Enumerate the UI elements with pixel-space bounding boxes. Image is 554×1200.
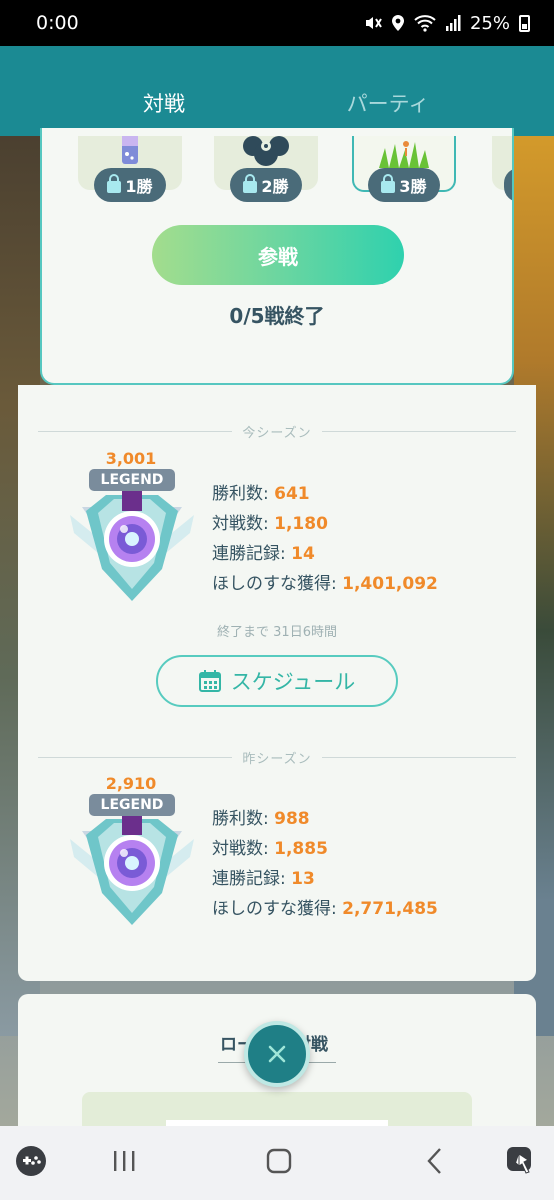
home-icon[interactable] [262, 1144, 296, 1178]
divider-line [38, 430, 233, 432]
stat-stardust: ほしのすな獲得: 2,771,485 [212, 894, 438, 924]
stat-wins: 勝利数: 988 [212, 804, 438, 834]
lock-icon [107, 174, 122, 193]
stat-streak-label: 連勝記録: [212, 544, 292, 564]
legend-rank-badge-icon [70, 489, 194, 601]
close-icon [268, 1045, 286, 1063]
status-time: 0:00 [36, 12, 79, 34]
reward-label-1: 1勝 [125, 177, 153, 196]
tab-party[interactable]: パーティ [288, 88, 488, 118]
wifi-icon [414, 15, 436, 32]
current-rank-label: LEGEND [89, 469, 175, 491]
lock-icon [512, 181, 514, 193]
divider-line [321, 430, 517, 432]
stat-streak: 連勝記録: 13 [212, 864, 438, 894]
reward-lock-2: 2勝 [230, 168, 302, 202]
stat-stardust-value: 2,771,485 [342, 899, 438, 919]
signal-icon [445, 15, 461, 31]
close-button[interactable] [244, 1021, 310, 1087]
stat-streak: 連勝記録: 14 [212, 539, 438, 569]
calendar-icon [198, 670, 221, 692]
stat-wins-value: 641 [274, 484, 310, 504]
divider-line [38, 756, 233, 758]
previous-season-divider: 昨シーズン [38, 747, 517, 767]
screen-touch-icon[interactable] [504, 1144, 538, 1178]
stat-battles-value: 1,180 [274, 514, 328, 534]
stat-stardust-value: 1,401,092 [342, 574, 438, 594]
pokemon-reward-icon [243, 136, 289, 166]
reward-lock-1: 1勝 [94, 168, 166, 202]
divider-line [321, 756, 517, 758]
location-icon [391, 15, 404, 31]
stat-battles-value: 1,885 [274, 839, 328, 859]
stat-battles: 対戦数: 1,885 [212, 834, 438, 864]
stat-wins: 勝利数: 641 [212, 479, 438, 509]
stat-stardust-label: ほしのすな獲得: [212, 574, 343, 594]
current-season-divider: 今シーズン [38, 421, 517, 441]
current-season-stats: 勝利数: 641 対戦数: 1,180 連勝記録: 14 ほしのすな獲得: 1,… [212, 479, 438, 599]
reward-label-2: 2勝 [261, 177, 289, 196]
stat-wins-value: 988 [274, 809, 310, 829]
season-ends-in: 終了まで 31日6時間 [217, 625, 337, 640]
stat-battles-label: 対戦数: [212, 839, 275, 859]
lock-icon [381, 174, 396, 193]
stat-battles: 対戦数: 1,180 [212, 509, 438, 539]
battery-icon [519, 14, 530, 32]
previous-rank-label: LEGEND [89, 794, 175, 816]
schedule-label: スケジュール [230, 671, 356, 694]
join-battle-button[interactable]: 参戦 [152, 225, 404, 285]
reward-label-3: 3勝 [399, 177, 427, 196]
spray-item-icon [122, 136, 138, 164]
current-season-label: 今シーズン [242, 425, 312, 441]
schedule-button[interactable]: スケジュール [156, 655, 398, 707]
status-icons: 25% [364, 13, 530, 34]
battles-progress: 0/5戦終了 [229, 304, 325, 328]
stat-streak-label: 連勝記録: [212, 869, 292, 889]
recent-apps-icon[interactable] [110, 1144, 140, 1178]
stat-streak-value: 14 [291, 544, 315, 564]
stat-stardust-label: ほしのすな獲得: [212, 899, 343, 919]
stat-battles-label: 対戦数: [212, 514, 275, 534]
stats-panel: 今シーズン 3,001 LEGEND 勝利数: 641 対戦数: 1,180 連… [18, 385, 536, 981]
battery-percent: 25% [469, 12, 510, 34]
tab-battle[interactable]: 対戦 [64, 88, 264, 118]
mute-icon [365, 17, 382, 29]
game-launcher-icon[interactable] [14, 1144, 48, 1178]
back-icon[interactable] [418, 1144, 452, 1178]
stat-wins-label: 勝利数: [212, 484, 275, 504]
stat-streak-value: 13 [291, 869, 315, 889]
league-card: 1勝 2勝 3勝 参戦 0/5戦終了 [40, 128, 514, 385]
previous-season-label: 昨シーズン [242, 751, 312, 767]
previous-legend-rank-badge-icon [70, 813, 194, 925]
stat-wins-label: 勝利数: [212, 809, 275, 829]
system-nav-bar [0, 1126, 554, 1200]
current-season-rating: 3,001 [105, 449, 157, 468]
grass-reward-icon [379, 141, 429, 168]
lock-icon [243, 174, 258, 193]
stat-stardust: ほしのすな獲得: 1,401,092 [212, 569, 438, 599]
status-bar: 0:00 25% [0, 0, 554, 46]
previous-season-stats: 勝利数: 988 対戦数: 1,885 連勝記録: 13 ほしのすな獲得: 2,… [212, 804, 438, 924]
app-header: 対戦 パーティ [0, 46, 554, 136]
previous-season-rating: 2,910 [105, 774, 157, 793]
reward-lock-3: 3勝 [368, 168, 440, 202]
